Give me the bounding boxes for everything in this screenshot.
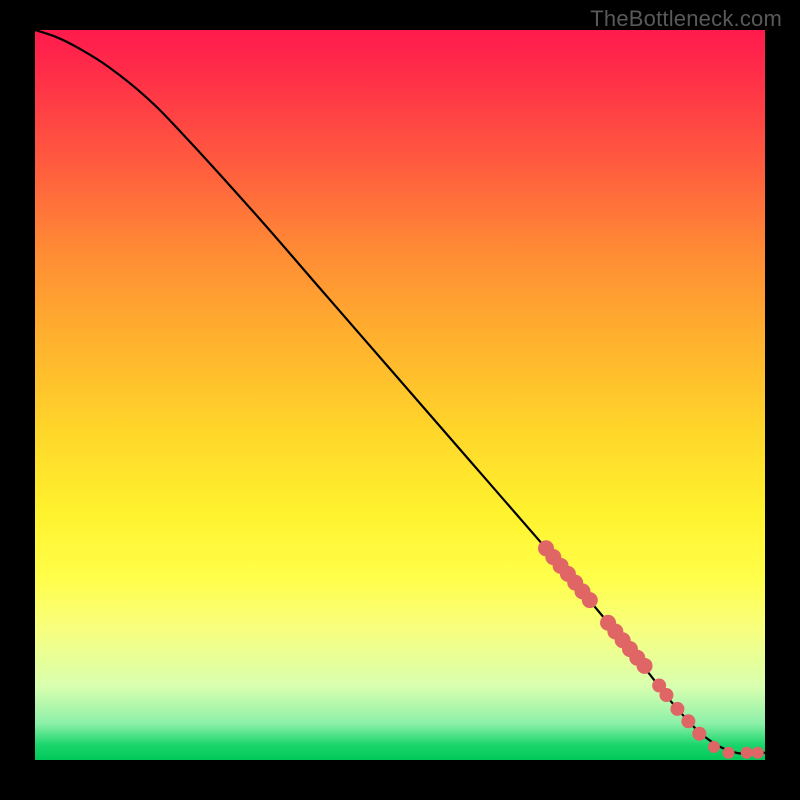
- attribution-label: TheBottleneck.com: [590, 6, 782, 32]
- data-marker: [659, 688, 673, 702]
- data-marker: [582, 592, 598, 608]
- marker-group: [538, 540, 764, 758]
- data-marker: [741, 747, 753, 759]
- chart-frame: TheBottleneck.com: [0, 0, 800, 800]
- data-marker: [723, 747, 735, 759]
- data-marker: [637, 658, 653, 674]
- data-marker: [670, 702, 684, 716]
- data-marker: [681, 714, 695, 728]
- data-marker: [692, 727, 706, 741]
- data-marker: [708, 741, 720, 753]
- chart-svg: [35, 30, 765, 760]
- plot-area: [35, 30, 765, 760]
- curve-line: [35, 30, 765, 754]
- data-marker: [752, 747, 764, 759]
